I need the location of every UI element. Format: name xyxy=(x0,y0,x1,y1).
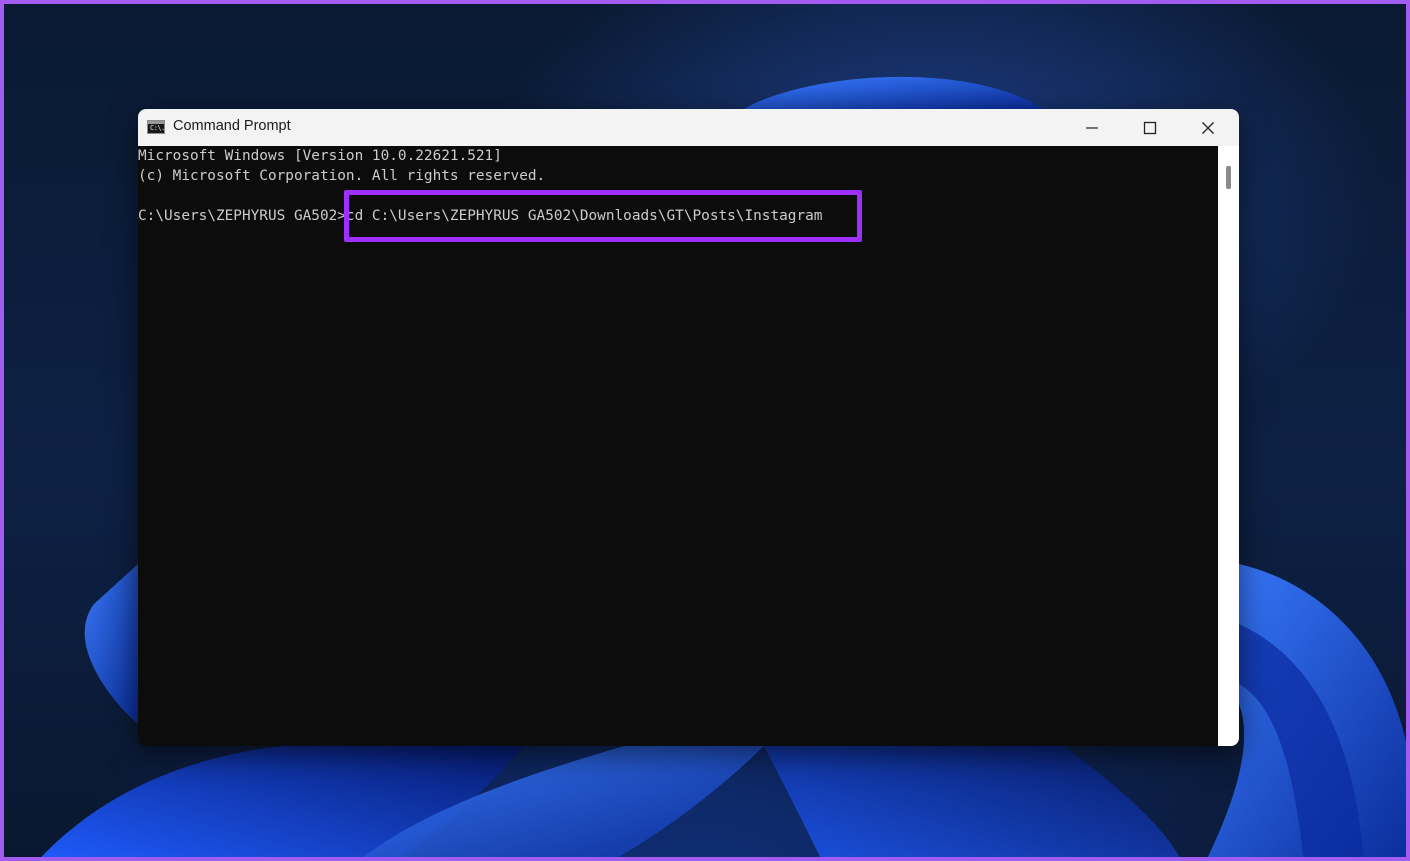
minimize-button[interactable] xyxy=(1063,109,1121,146)
close-icon xyxy=(1202,121,1214,134)
title-bar[interactable]: C:\. Command Prompt xyxy=(138,109,1239,146)
vertical-scrollbar[interactable] xyxy=(1218,146,1239,746)
close-button[interactable] xyxy=(1179,109,1237,146)
screenshot-frame: C:\. Command Prompt Microsoft Windows [V… xyxy=(0,0,1410,861)
console-line: (c) Microsoft Corporation. All rights re… xyxy=(138,168,546,184)
console-line: Microsoft Windows [Version 10.0.22621.52… xyxy=(138,148,502,164)
highlight-annotation-box xyxy=(344,190,862,242)
maximize-icon xyxy=(1143,121,1157,134)
maximize-button[interactable] xyxy=(1121,109,1179,146)
window-title: Command Prompt xyxy=(173,118,291,134)
minimize-icon xyxy=(1086,126,1098,129)
scrollbar-thumb[interactable] xyxy=(1226,166,1231,189)
cmd-icon: C:\. xyxy=(147,120,165,134)
